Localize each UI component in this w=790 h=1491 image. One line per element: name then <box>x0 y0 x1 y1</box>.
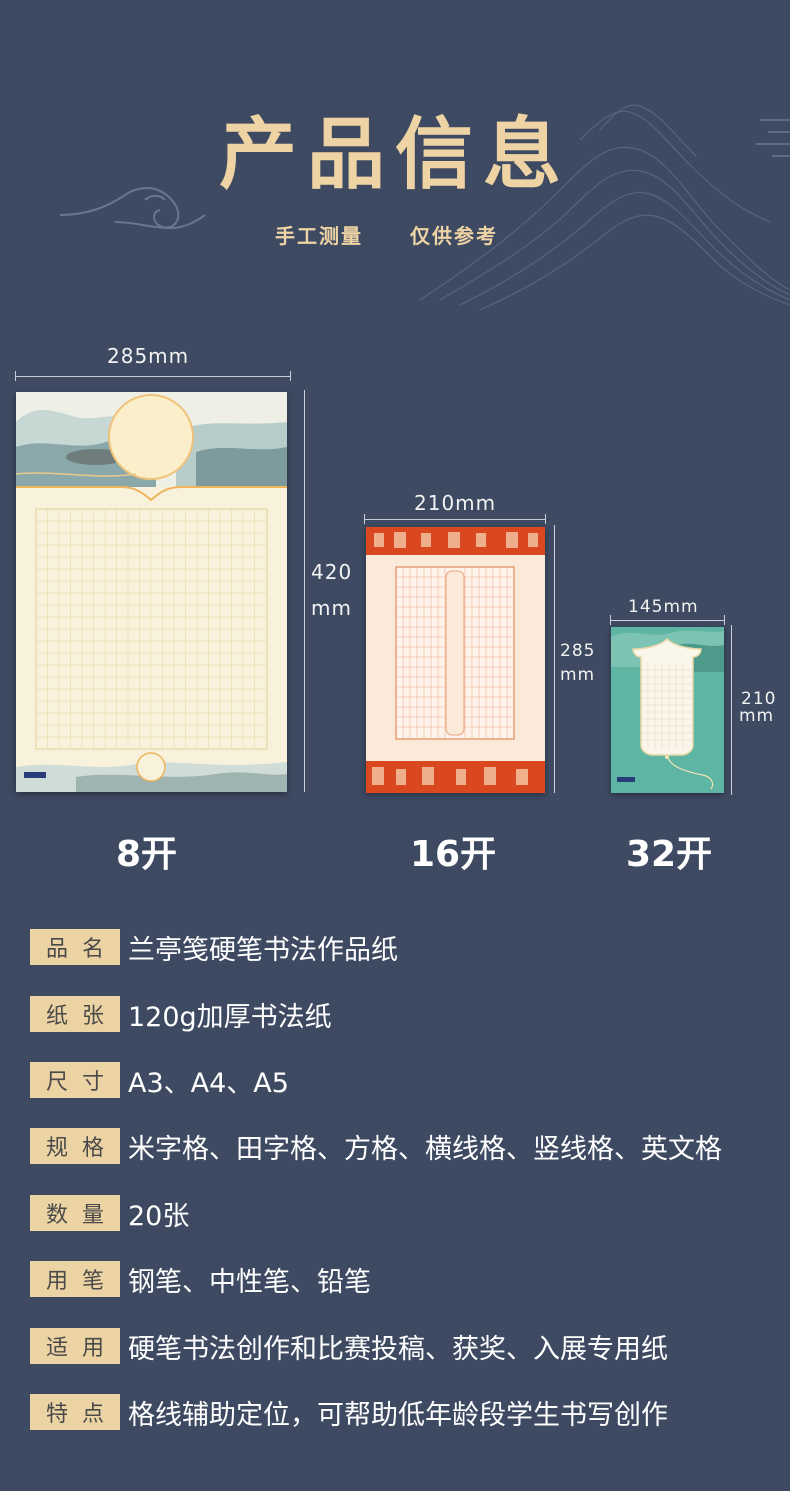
spec-row-paper: 纸张 120g加厚书法纸 <box>30 996 332 1033</box>
spec-value: 钢笔、中性笔、铅笔 <box>128 1266 371 1298</box>
size-label-32k: 32开 <box>626 834 713 875</box>
size-label-8k: 8开 <box>116 834 178 875</box>
spec-value: 硬笔书法创作和比赛投稿、获奖、入展专用纸 <box>128 1333 668 1365</box>
width-label-8k: 285mm <box>107 344 190 368</box>
spec-value: 20张 <box>128 1200 190 1232</box>
spec-key: 特点 <box>30 1394 120 1430</box>
width-label-32k: 145mm <box>628 597 699 617</box>
height-dimension-line-8k <box>304 390 305 792</box>
width-dimension-tick-16k <box>364 514 365 524</box>
height-dimension-line-16k <box>554 525 555 793</box>
spec-key: 数量 <box>30 1195 120 1231</box>
spec-key: 品名 <box>30 929 120 965</box>
paper-8k <box>16 392 287 792</box>
height-unit-32k: mm <box>739 706 775 726</box>
paper-32k <box>611 627 724 793</box>
spec-row-size: 尺寸 A3、A4、A5 <box>30 1062 289 1099</box>
spec-value: 120g加厚书法纸 <box>128 1001 332 1033</box>
spec-row-pen: 用笔 钢笔、中性笔、铅笔 <box>30 1261 371 1298</box>
spec-key: 纸张 <box>30 996 120 1032</box>
subtitle-left: 手工测量 <box>275 224 363 248</box>
width-dimension-tick-32k <box>724 615 725 625</box>
paper-32k-artwork <box>611 630 724 790</box>
subtitle-right: 仅供参考 <box>410 224 498 248</box>
spec-row-quantity: 数量 20张 <box>30 1195 190 1232</box>
spec-row-usage: 适用 硬笔书法创作和比赛投稿、获奖、入展专用纸 <box>30 1328 668 1365</box>
width-dimension-line-32k <box>610 620 725 621</box>
spec-row-grid-type: 规格 米字格、田字格、方格、横线格、竖线格、英文格 <box>30 1128 722 1165</box>
height-unit-16k: mm <box>560 665 596 685</box>
width-dimension-tick-16k <box>545 514 546 524</box>
paper-16k <box>366 527 545 793</box>
height-dimension-line-32k <box>731 625 732 795</box>
spec-value: A3、A4、A5 <box>128 1067 289 1099</box>
width-dimension-line-16k <box>364 519 546 520</box>
spec-row-feature: 特点 格线辅助定位，可帮助低年龄段学生书写创作 <box>30 1394 668 1431</box>
paper-16k-artwork <box>366 527 545 793</box>
width-label-16k: 210mm <box>414 491 497 515</box>
spec-key: 尺寸 <box>30 1062 120 1098</box>
height-unit-8k: mm <box>311 596 352 620</box>
spec-value: 米字格、田字格、方格、横线格、竖线格、英文格 <box>128 1133 722 1165</box>
page-title: 产品信息 <box>218 109 571 200</box>
width-dimension-line-8k <box>15 376 291 377</box>
width-dimension-tick-8k <box>290 371 291 381</box>
size-label-16k: 16开 <box>410 834 497 875</box>
spec-key: 适用 <box>30 1328 120 1364</box>
width-dimension-tick-32k <box>610 615 611 625</box>
width-dimension-tick-8k <box>15 371 16 381</box>
spec-value: 格线辅助定位，可帮助低年龄段学生书写创作 <box>128 1399 668 1431</box>
height-label-16k: 285 <box>560 641 596 661</box>
height-label-8k: 420 <box>311 560 353 584</box>
paper-8k-artwork <box>16 392 287 792</box>
spec-value: 兰亭笺硬笔书法作品纸 <box>128 934 398 966</box>
spec-row-name: 品名 兰亭笺硬笔书法作品纸 <box>30 929 398 966</box>
spec-key: 规格 <box>30 1128 120 1164</box>
spec-key: 用笔 <box>30 1261 120 1297</box>
